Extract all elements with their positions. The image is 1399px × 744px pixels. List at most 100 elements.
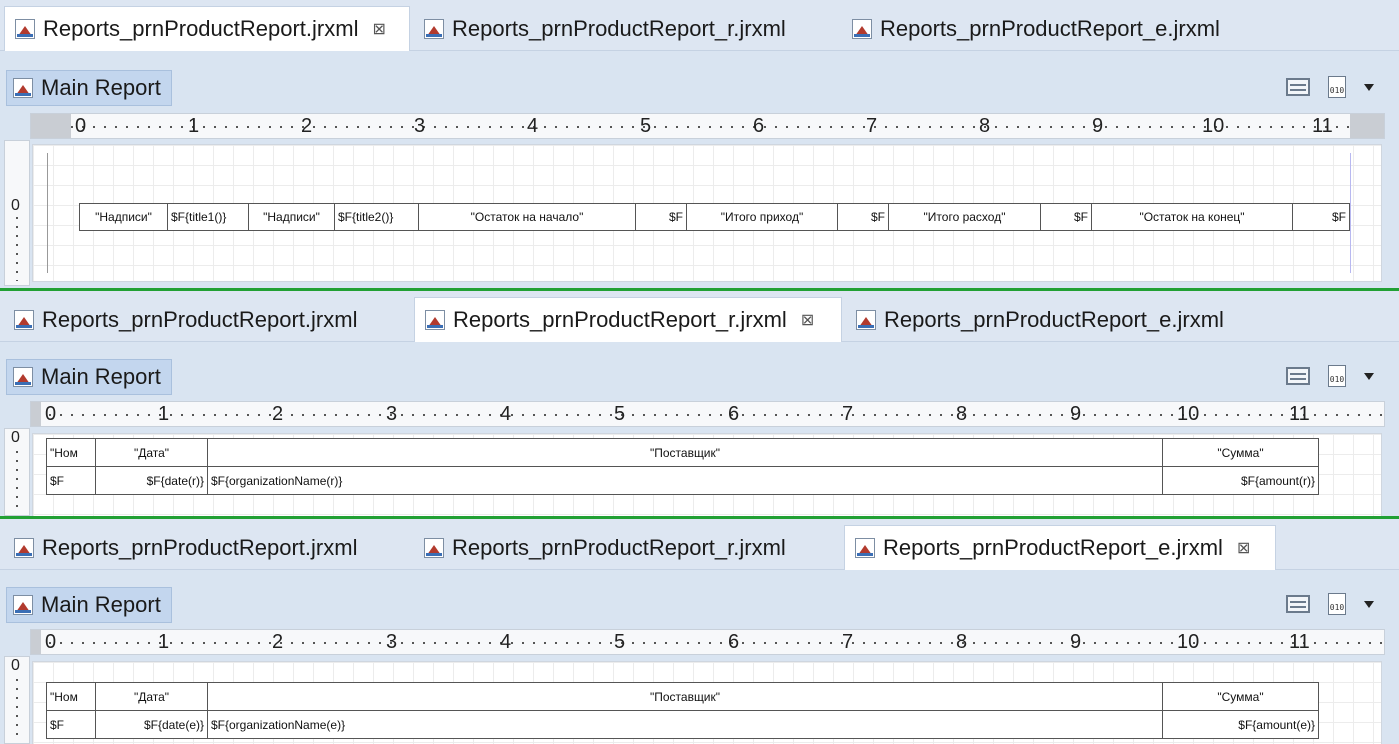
column-header[interactable]: "Поставщик" (207, 438, 1163, 467)
table-cell[interactable]: $F{amount(r)} (1162, 466, 1319, 495)
column-header[interactable]: "Ном (46, 682, 96, 711)
column-header[interactable]: "Ном (46, 438, 96, 467)
ruler-label: 9 (1092, 115, 1104, 137)
ruler-label: 4 (527, 115, 539, 137)
close-icon[interactable]: ⊠ (372, 19, 385, 39)
jrxml-file-icon (14, 538, 34, 558)
vruler-ticks (16, 679, 18, 739)
report-icon (13, 78, 33, 98)
tab-reports-prnproductreport-r[interactable]: Reports_prnProductReport_r.jrxml (414, 8, 834, 50)
main-report-breadcrumb[interactable]: Main Report (6, 359, 172, 395)
ruler-label: 11 (1312, 115, 1333, 137)
ruler-label: 2 (301, 115, 313, 137)
text-field[interactable]: "Остаток на конец" (1091, 203, 1293, 231)
table-cell[interactable]: $F{amount(e)} (1162, 710, 1319, 739)
ruler-label: 11 (1289, 403, 1310, 425)
report-design-canvas[interactable]: "Надписи" $F{title1()} "Надписи" $F{titl… (32, 144, 1382, 282)
tab-reports-prnproductreport[interactable]: Reports_prnProductReport.jrxml (4, 527, 410, 569)
chevron-down-icon[interactable] (1364, 83, 1374, 91)
editor-tabbar: Reports_prnProductReport.jrxml Reports_p… (0, 291, 1399, 342)
ruler-label: 10 (1177, 631, 1200, 653)
editor-toolbar: 010 (1286, 593, 1374, 615)
source-view-icon[interactable]: 010 (1328, 76, 1346, 98)
ruler-label: 7 (842, 403, 854, 425)
tab-reports-prnproductreport-e[interactable]: Reports_prnProductReport_e.jrxml ⊠ (844, 525, 1276, 570)
text-field[interactable]: $F{title2()} (334, 203, 419, 231)
chevron-down-icon[interactable] (1364, 372, 1374, 380)
ruler-label: 3 (414, 115, 426, 137)
tab-label: Reports_prnProductReport_e.jrxml (883, 535, 1223, 560)
main-report-breadcrumb[interactable]: Main Report (6, 70, 172, 106)
vertical-ruler: 0 (4, 656, 30, 744)
main-report-label: Main Report (41, 592, 161, 617)
vertical-ruler: 0 (4, 140, 30, 286)
text-field[interactable]: "Остаток на начало" (418, 203, 636, 231)
table-cell[interactable]: $F{organizationName(e)} (207, 710, 1163, 739)
ruler-end (1350, 114, 1384, 138)
outline-view-icon[interactable] (1286, 367, 1310, 385)
text-field[interactable]: "Итого приход" (686, 203, 838, 231)
ruler-label: 7 (866, 115, 878, 137)
editor-panel-3: Reports_prnProductReport.jrxml Reports_p… (0, 519, 1399, 744)
column-header[interactable]: "Поставщик" (207, 682, 1163, 711)
column-header[interactable]: "Дата" (95, 682, 208, 711)
column-header[interactable]: "Сумма" (1162, 438, 1319, 467)
ruler-label: 8 (956, 631, 968, 653)
table-cell[interactable]: $F (46, 710, 96, 739)
text-field[interactable]: $F (1292, 203, 1350, 231)
text-field[interactable]: "Итого расход" (888, 203, 1041, 231)
ruler-label: 3 (386, 631, 398, 653)
editor-tabbar: Reports_prnProductReport.jrxml Reports_p… (0, 519, 1399, 570)
source-view-icon[interactable]: 010 (1328, 593, 1346, 615)
tab-reports-prnproductreport-e[interactable]: Reports_prnProductReport_e.jrxml (842, 8, 1262, 50)
table-cell[interactable]: $F{date(e)} (95, 710, 208, 739)
tab-reports-prnproductreport-e[interactable]: Reports_prnProductReport_e.jrxml (846, 299, 1266, 341)
table-cell[interactable]: $F (46, 466, 96, 495)
text-field[interactable]: $F (837, 203, 889, 231)
ruler-label: 1 (158, 631, 170, 653)
vruler-ticks (16, 451, 18, 511)
tab-reports-prnproductreport[interactable]: Reports_prnProductReport.jrxml (4, 299, 410, 341)
editor-tabbar: Reports_prnProductReport.jrxml ⊠ Reports… (0, 0, 1399, 51)
ruler-label: 0 (75, 115, 87, 137)
ruler-label: 2 (272, 403, 284, 425)
source-view-icon[interactable]: 010 (1328, 365, 1346, 387)
report-design-canvas[interactable]: "Ном "Дата" "Поставщик" "Сумма" $F $F{da… (32, 433, 1382, 516)
ruler-label: 5 (614, 403, 626, 425)
jrxml-file-icon (14, 310, 34, 330)
column-header[interactable]: "Дата" (95, 438, 208, 467)
vruler-ticks (16, 217, 18, 281)
ruler-label: 6 (728, 631, 740, 653)
ruler-start (31, 630, 41, 654)
outline-view-icon[interactable] (1286, 78, 1310, 96)
report-icon (13, 595, 33, 615)
jrxml-file-icon (15, 19, 35, 39)
ruler-label: 0 (45, 403, 57, 425)
text-field[interactable]: "Надписи" (79, 203, 168, 231)
table-cell[interactable]: $F{organizationName(r)} (207, 466, 1163, 495)
outline-view-icon[interactable] (1286, 595, 1310, 613)
ruler-label: 9 (1070, 631, 1082, 653)
text-field[interactable]: $F (635, 203, 687, 231)
text-field[interactable]: $F{title1()} (167, 203, 249, 231)
editor-toolbar: 010 (1286, 76, 1374, 98)
text-field[interactable]: "Надписи" (248, 203, 335, 231)
chevron-down-icon[interactable] (1364, 600, 1374, 608)
tab-label: Reports_prnProductReport_r.jrxml (452, 535, 786, 560)
jrxml-file-icon (852, 19, 872, 39)
column-header[interactable]: "Сумма" (1162, 682, 1319, 711)
report-design-canvas[interactable]: "Ном "Дата" "Поставщик" "Сумма" $F $F{da… (32, 661, 1382, 744)
main-report-breadcrumb[interactable]: Main Report (6, 587, 172, 623)
tab-reports-prnproductreport-r[interactable]: Reports_prnProductReport_r.jrxml (414, 527, 834, 569)
close-icon[interactable]: ⊠ (1237, 538, 1250, 558)
main-report-label: Main Report (41, 75, 161, 100)
vruler-label: 0 (11, 657, 20, 674)
text-field[interactable]: $F (1040, 203, 1092, 231)
ruler-label: 11 (1289, 631, 1310, 653)
table-cell[interactable]: $F{date(r)} (95, 466, 208, 495)
close-icon[interactable]: ⊠ (801, 310, 814, 330)
vruler-label: 0 (11, 429, 20, 446)
tab-reports-prnproductreport[interactable]: Reports_prnProductReport.jrxml ⊠ (4, 6, 410, 51)
report-icon (13, 367, 33, 387)
tab-reports-prnproductreport-r[interactable]: Reports_prnProductReport_r.jrxml ⊠ (414, 297, 842, 342)
